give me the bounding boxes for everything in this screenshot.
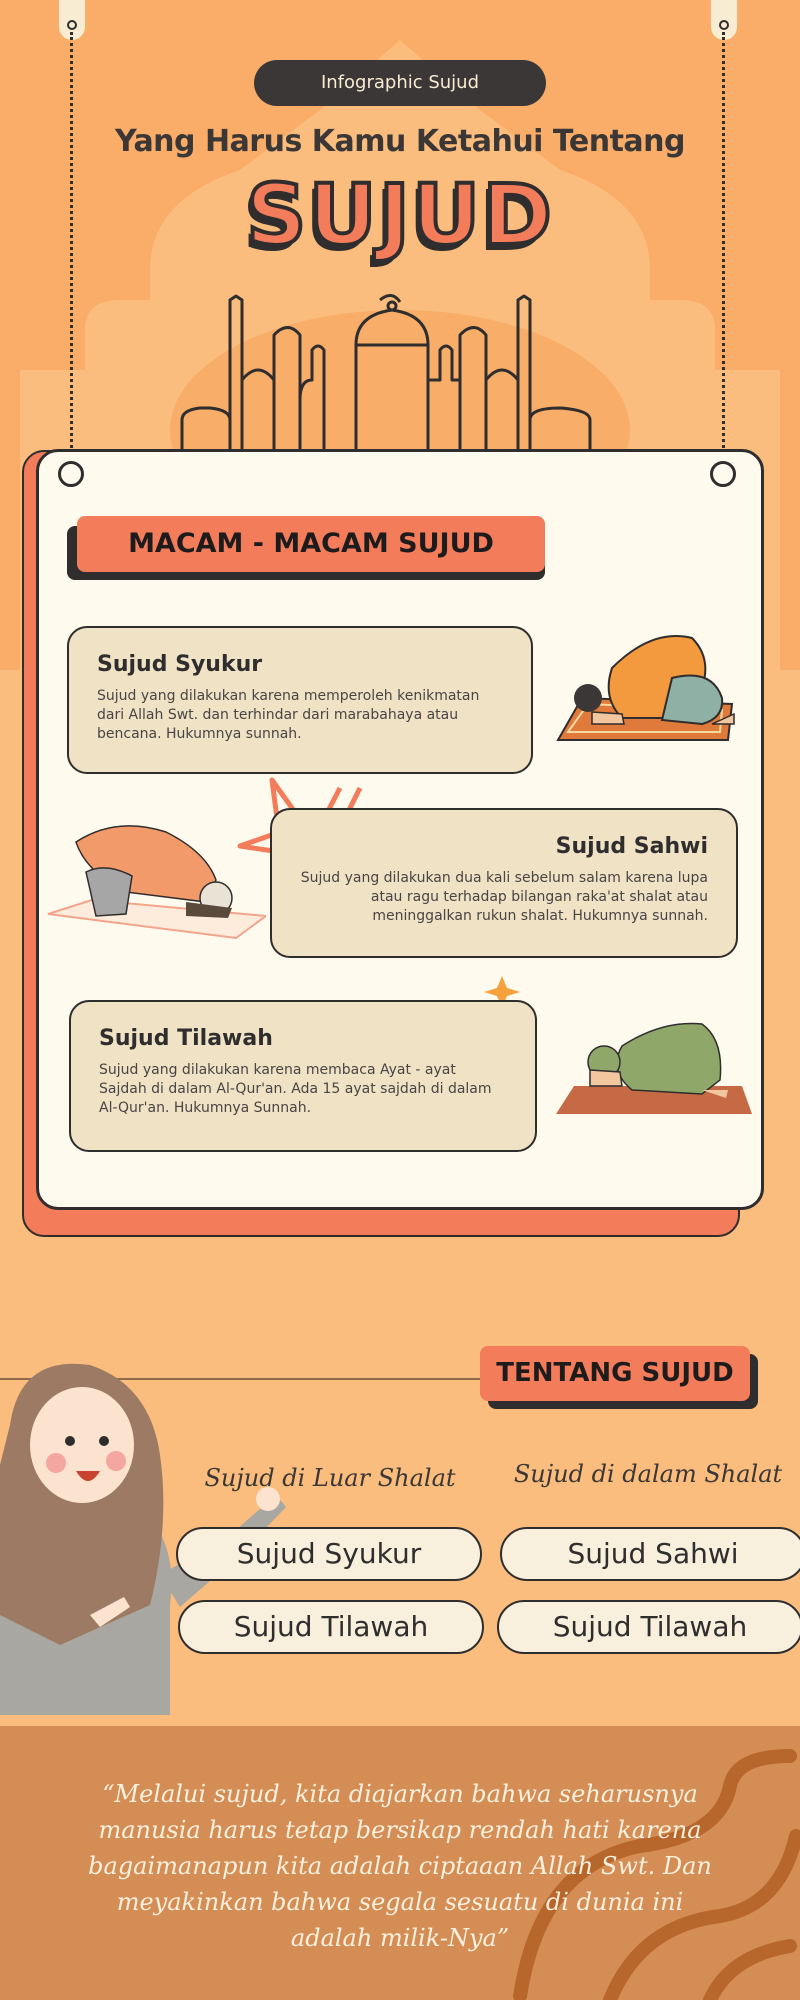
pill-sujud-sahwi: Sujud Sahwi: [500, 1527, 800, 1581]
sujud-sahwi-title: Sujud Sahwi: [555, 834, 708, 859]
sujud-tilawah-desc: Sujud yang dilakukan karena membaca Ayat…: [99, 1062, 492, 1116]
person-sujud-syukur-illustration: [556, 635, 735, 741]
sujud-syukur-box: Sujud Syukur Sujud yang dilakukan karena…: [67, 626, 533, 774]
sujud-sahwi-box: Sujud Sahwi Sujud yang dilakukan dua kal…: [270, 808, 738, 958]
closing-quote: “Melalui sujud, kita diajarkan bahwa seh…: [88, 1780, 712, 1952]
sujud-sahwi-desc: Sujud yang dilakukan dua kali sebelum sa…: [300, 870, 708, 924]
person-sujud-sahwi-illustration: [47, 825, 266, 940]
page-subtitle: Yang Harus Kamu Ketahui Tentang: [114, 124, 686, 159]
pill-sujud-syukur: Sujud Syukur: [176, 1527, 482, 1581]
person-sujud-tilawah-illustration: [556, 1022, 752, 1114]
sujud-syukur-title: Sujud Syukur: [97, 652, 263, 677]
hanger-ring-right: [719, 20, 729, 30]
sujud-syukur-desc: Sujud yang dilakukan karena memperoleh k…: [97, 688, 480, 742]
hanger-ring-left: [67, 20, 77, 30]
column-heading-dalam-shalat: Sujud di dalam Shalat: [513, 1460, 783, 1488]
sujud-tilawah-box: Sujud Tilawah Sujud yang dilakukan karen…: [69, 1000, 537, 1152]
sujud-tilawah-title: Sujud Tilawah: [99, 1026, 273, 1051]
card-ring-right: [710, 461, 736, 487]
infographic-badge: Infographic Sujud: [254, 60, 546, 106]
tentang-heading: TENTANG SUJUD: [480, 1346, 750, 1401]
page-title: SUJUD: [244, 164, 554, 266]
pill-sujud-tilawah-dalam: Sujud Tilawah: [497, 1600, 800, 1654]
macam-heading: MACAM - MACAM SUJUD: [77, 516, 545, 572]
card-ring-left: [58, 461, 84, 487]
column-heading-luar-shalat: Sujud di Luar Shalat: [204, 1464, 456, 1492]
pill-sujud-tilawah-luar: Sujud Tilawah: [178, 1600, 484, 1654]
